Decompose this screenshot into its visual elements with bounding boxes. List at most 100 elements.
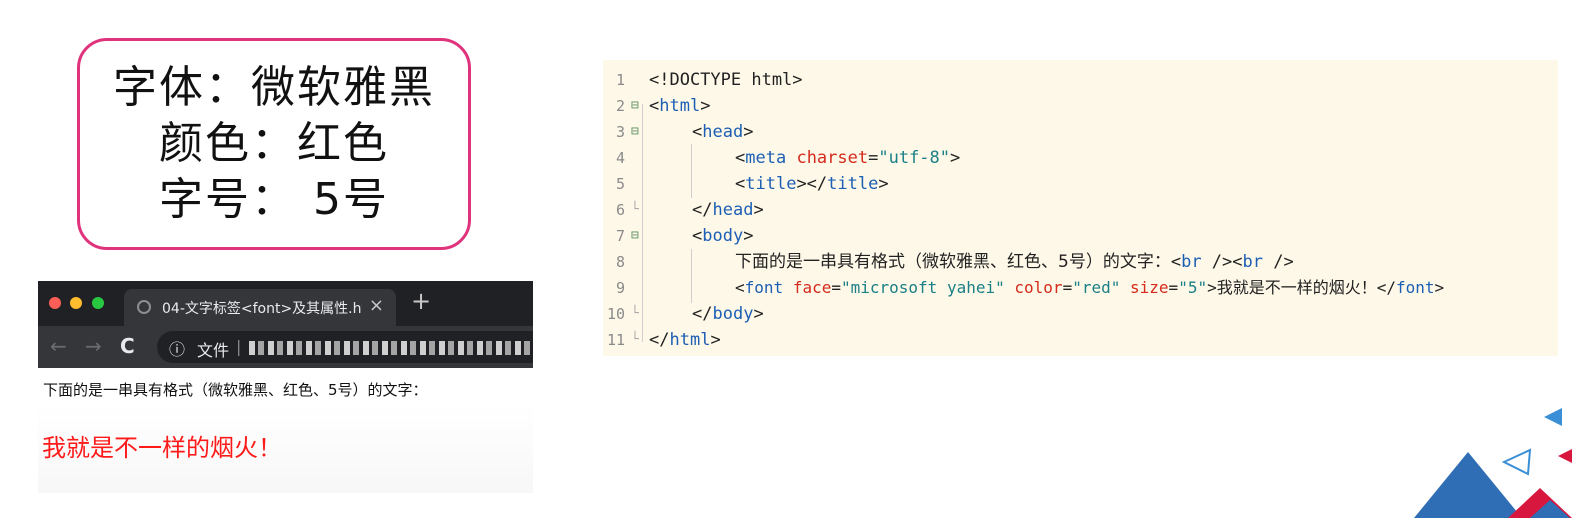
code-punct: /> xyxy=(1263,252,1294,272)
code-tag: meta xyxy=(745,148,787,168)
code-tag: title xyxy=(745,174,797,194)
code-punct: < xyxy=(649,96,660,116)
close-window-button[interactable] xyxy=(49,297,61,309)
line-number: 10 xyxy=(606,305,625,323)
code-punct: > xyxy=(743,226,754,246)
code-tag: font xyxy=(1396,278,1435,297)
code-plain-text: 我就是不一样的烟火！ xyxy=(1216,278,1377,297)
code-line: 11 └ </html> xyxy=(603,327,1558,353)
code-text: <head> xyxy=(692,119,753,145)
code-value: "5" xyxy=(1178,278,1208,297)
tab-close-icon[interactable]: × xyxy=(369,295,384,316)
code-punct: > xyxy=(753,200,764,220)
code-punct: < xyxy=(1170,252,1182,272)
code-punct: </ xyxy=(692,304,713,324)
corner-decoration xyxy=(1414,408,1572,518)
code-punct: </ xyxy=(649,330,670,350)
code-punct: > xyxy=(1207,278,1217,297)
line-number: 5 xyxy=(615,175,625,193)
line-number: 9 xyxy=(615,279,625,297)
new-tab-button[interactable]: + xyxy=(411,287,431,315)
tiny-red-triangle xyxy=(1558,449,1572,463)
code-punct: </ xyxy=(1376,278,1397,297)
browser-window: 04-文字标签<font>及其属性.html × + ← → C ⓘ 文件 | … xyxy=(38,281,533,493)
code-line: 3 ⊟ <head> xyxy=(603,119,1558,145)
code-punct: < xyxy=(692,226,703,246)
browser-tab[interactable]: 04-文字标签<font>及其属性.html × xyxy=(124,289,396,326)
line-number: 11 xyxy=(606,331,625,349)
code-punct: = xyxy=(868,148,879,168)
callout-font-line: 字体：微软雅黑 xyxy=(113,62,435,113)
address-bar[interactable]: ⓘ 文件 | xyxy=(157,331,533,363)
line-number: 1 xyxy=(615,71,625,89)
code-attr: face xyxy=(792,278,832,297)
maximize-window-button[interactable] xyxy=(92,297,104,309)
doctype-text: <!DOCTYPE html> xyxy=(649,70,803,90)
fold-toggle-icon[interactable]: ⊟ xyxy=(631,93,639,119)
line-number: 3 xyxy=(615,123,625,141)
code-line: 5 <title></title> xyxy=(603,171,1558,197)
code-attr: charset xyxy=(796,148,869,168)
line-number: 4 xyxy=(615,149,625,167)
code-punct: = xyxy=(1062,278,1073,297)
address-file-label: 文件 xyxy=(197,341,230,360)
code-value: "microsoft yahei" xyxy=(840,278,1005,297)
globe-icon xyxy=(137,300,151,314)
code-editor: 1 <!DOCTYPE html> 2 ⊟ <html> 3 ⊟ <head> … xyxy=(603,60,1558,356)
code-punct: </ xyxy=(692,200,713,220)
code-text: 下面的是一串具有格式（微软雅黑、红色、5号）的文字：<br /><br /> xyxy=(735,249,1294,275)
code-punct: ></ xyxy=(796,174,828,194)
code-line: 2 ⊟ <html> xyxy=(603,93,1558,119)
line-number: 2 xyxy=(615,97,625,115)
code-tag: head xyxy=(702,122,744,142)
fold-toggle-icon[interactable]: ⊟ xyxy=(631,223,639,249)
code-tag: html xyxy=(669,330,711,350)
callout-size-line: 字号： 5号 xyxy=(159,174,389,225)
page-red-text: 我就是不一样的烟火！ xyxy=(42,434,282,462)
browser-page-content: 下面的是一串具有格式（微软雅黑、红色、5号）的文字： 我就是不一样的烟火！ xyxy=(38,368,533,493)
code-plain-text: 下面的是一串具有格式（微软雅黑、红色、5号）的文字： xyxy=(735,252,1171,272)
callout-box: 字体：微软雅黑 颜色：红色 字号： 5号 xyxy=(77,38,471,250)
code-line: 8 下面的是一串具有格式（微软雅黑、红色、5号）的文字：<br /><br /> xyxy=(603,249,1558,275)
line-number: 8 xyxy=(615,253,625,271)
reload-icon[interactable]: C xyxy=(120,334,135,358)
code-text: <meta charset="utf-8"> xyxy=(735,145,960,171)
code-line: 10 └ </body> xyxy=(603,301,1558,327)
fold-end-marker: └ xyxy=(631,202,639,217)
code-punct: > xyxy=(710,330,721,350)
code-punct: < xyxy=(735,174,746,194)
fold-toggle-icon[interactable]: ⊟ xyxy=(631,119,639,145)
code-punct: < xyxy=(692,122,703,142)
code-line: 1 <!DOCTYPE html> xyxy=(603,67,1558,93)
line-number: 7 xyxy=(615,227,625,245)
code-punct: < xyxy=(735,148,746,168)
browser-toolbar: ← → C ⓘ 文件 | xyxy=(38,326,533,368)
code-line: 9 <font face="microsoft yahei" color="re… xyxy=(603,275,1558,301)
code-punct: />< xyxy=(1201,252,1243,272)
tab-title: 04-文字标签<font>及其属性.html xyxy=(162,301,362,317)
outline-triangle xyxy=(1501,448,1532,476)
code-text: </html> xyxy=(649,327,721,353)
code-punct: > xyxy=(1434,278,1445,297)
code-punct: > xyxy=(753,304,764,324)
code-punct: > xyxy=(950,148,961,168)
code-text: <font face="microsoft yahei" color="red"… xyxy=(735,275,1444,301)
code-tag: body xyxy=(712,304,754,324)
code-attr: color xyxy=(1014,278,1063,297)
code-tag: html xyxy=(659,96,701,116)
code-value: "utf-8" xyxy=(878,148,951,168)
code-punct: > xyxy=(743,122,754,142)
code-tag: font xyxy=(744,278,784,297)
code-punct: > xyxy=(878,174,889,194)
code-punct: = xyxy=(831,278,841,297)
page-description-text: 下面的是一串具有格式（微软雅黑、红色、5号）的文字： xyxy=(43,381,428,399)
callout-color-line: 颜色：红色 xyxy=(159,118,389,169)
info-icon[interactable]: ⓘ xyxy=(169,336,185,360)
forward-arrow-icon[interactable]: → xyxy=(85,334,102,358)
minimize-window-button[interactable] xyxy=(70,297,82,309)
code-tag: br xyxy=(1242,252,1263,272)
fold-end-marker: └ xyxy=(631,332,639,347)
code-attr: size xyxy=(1130,278,1169,297)
code-punct: > xyxy=(700,96,711,116)
back-arrow-icon[interactable]: ← xyxy=(50,334,67,358)
